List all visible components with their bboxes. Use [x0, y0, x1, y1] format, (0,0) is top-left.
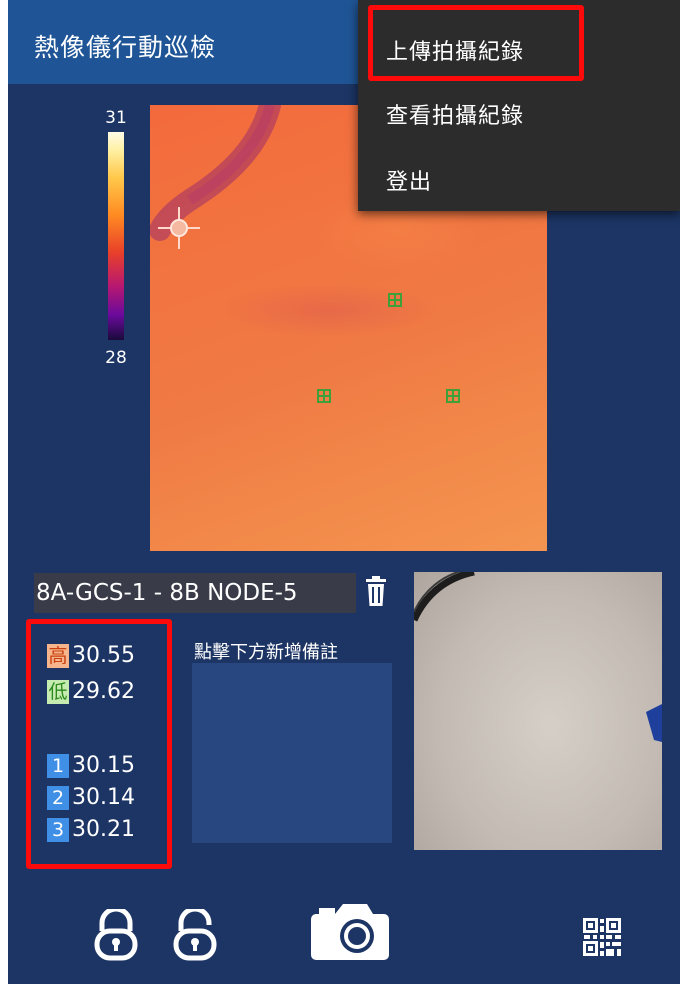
scale-min-label: 28 — [105, 348, 127, 368]
reading-point-3: 3 30.21 — [47, 818, 135, 842]
high-value: 30.55 — [72, 643, 135, 668]
unlock-icon[interactable] — [173, 909, 217, 961]
highlight-box-menu-item — [368, 5, 584, 81]
reading-point-2: 2 30.14 — [47, 786, 135, 810]
remark-label: 點擊下方新增備註 — [194, 642, 338, 663]
low-tag: 低 — [47, 680, 69, 704]
low-value: 29.62 — [72, 679, 135, 704]
remark-input-area[interactable] — [192, 663, 392, 843]
crosshair-icon — [158, 207, 200, 249]
high-tag: 高 — [47, 644, 69, 668]
reading-low: 低 29.62 — [47, 680, 135, 704]
camera-icon[interactable] — [311, 904, 389, 960]
point-3-value: 30.21 — [72, 817, 135, 842]
qr-code-icon[interactable] — [582, 917, 622, 957]
captured-photo[interactable] — [414, 572, 662, 850]
point-2-tag: 2 — [47, 786, 69, 810]
measure-point-1-icon — [388, 293, 402, 307]
reading-point-1: 1 30.15 — [47, 754, 135, 778]
point-1-tag: 1 — [47, 754, 69, 778]
reading-high: 高 30.55 — [47, 644, 135, 668]
point-2-value: 30.14 — [72, 785, 135, 810]
measure-point-2-icon — [317, 389, 331, 403]
point-3-tag: 3 — [47, 818, 69, 842]
app-title: 熱像儀行動巡檢 — [34, 33, 217, 62]
temperature-readings: 高 30.55 低 29.62 1 30.15 2 30.14 3 30.21 — [26, 619, 172, 869]
location-label[interactable]: 8A-GCS-1 - 8B NODE-5 — [34, 573, 356, 613]
menu-item-logout[interactable]: 登出 — [386, 164, 432, 196]
lock-icon[interactable] — [94, 909, 138, 961]
menu-item-view-records[interactable]: 查看拍攝紀錄 — [386, 98, 524, 130]
measure-point-3-icon — [446, 389, 460, 403]
photo-content — [414, 572, 662, 742]
scale-max-label: 31 — [105, 108, 127, 128]
color-scale-bar — [108, 132, 124, 340]
point-1-value: 30.15 — [72, 753, 135, 778]
app-screen: 熱像儀行動巡檢 31 28 8A-GCS-1 - 8B NODE-5 高 30.… — [8, 0, 680, 984]
trash-icon[interactable] — [364, 576, 388, 606]
